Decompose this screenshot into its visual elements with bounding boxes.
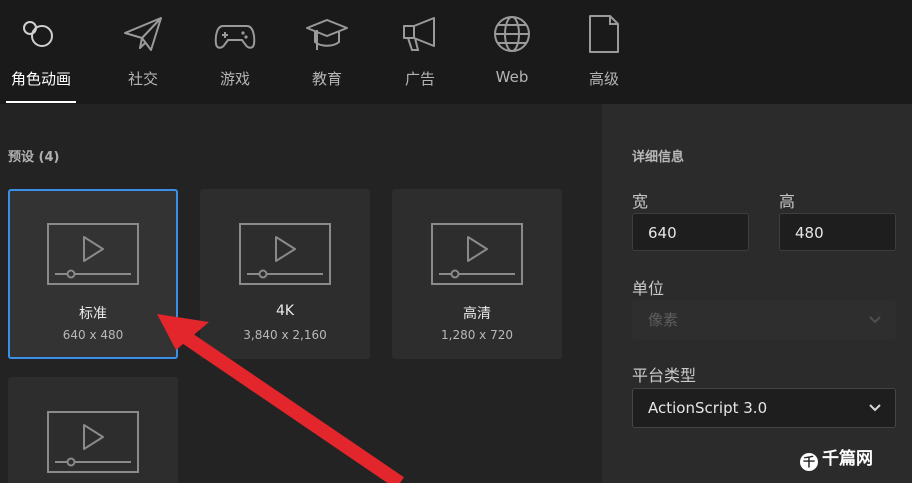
tab-label: 教育 bbox=[311, 70, 342, 88]
tab-games[interactable]: 游戏 bbox=[194, 0, 276, 104]
preset-card-hd[interactable]: 高清 1,280 x 720 bbox=[392, 189, 562, 359]
tab-label: Web bbox=[495, 68, 529, 86]
presets-panel: 预设 (4) 标准 640 x 480 4K 3,840 x 2,160 高清 … bbox=[0, 104, 602, 483]
details-title: 详细信息 bbox=[632, 150, 685, 165]
tab-label: 高级 bbox=[588, 70, 619, 88]
preset-name: 4K bbox=[275, 303, 295, 319]
preset-card-4k[interactable]: 4K 3,840 x 2,160 bbox=[200, 189, 370, 359]
character-animation-icon bbox=[23, 21, 53, 47]
document-icon bbox=[589, 15, 619, 53]
preset-size: 3,840 x 2,160 bbox=[243, 328, 327, 342]
platform-value: ActionScript 3.0 bbox=[648, 399, 768, 417]
globe-icon bbox=[494, 16, 530, 52]
platform-label: 平台类型 bbox=[632, 366, 697, 385]
height-label: 高 bbox=[779, 192, 796, 211]
preset-name: 高清 bbox=[463, 306, 491, 322]
preset-card-4[interactable] bbox=[8, 377, 178, 483]
unit-value: 像素 bbox=[648, 311, 679, 329]
presets-title: 预设 (4) bbox=[8, 150, 60, 165]
tab-label: 角色动画 bbox=[10, 70, 71, 88]
video-preset-icon bbox=[239, 223, 331, 285]
platform-select[interactable]: ActionScript 3.0 bbox=[632, 388, 896, 428]
unit-label: 单位 bbox=[632, 279, 665, 298]
unit-select[interactable]: 像素 bbox=[632, 300, 896, 340]
watermark: 千千篇网 bbox=[800, 444, 873, 471]
height-input[interactable]: 480 bbox=[779, 213, 896, 251]
category-tab-bar: 角色动画 社交 游戏 教育 广告 Web 高级 bbox=[0, 0, 912, 104]
preset-name: 标准 bbox=[79, 306, 107, 322]
tab-advanced[interactable]: 高级 bbox=[563, 0, 645, 104]
tab-web[interactable]: Web bbox=[471, 0, 553, 104]
paper-plane-icon bbox=[124, 17, 162, 51]
megaphone-icon bbox=[403, 17, 435, 51]
chevron-down-icon bbox=[869, 404, 881, 412]
video-preset-icon bbox=[431, 223, 523, 285]
chevron-down-icon bbox=[869, 316, 881, 324]
active-tab-underline bbox=[6, 101, 76, 103]
tab-education[interactable]: 教育 bbox=[286, 0, 368, 104]
preset-size: 1,280 x 720 bbox=[441, 328, 513, 342]
tab-social[interactable]: 社交 bbox=[102, 0, 184, 104]
tab-label: 广告 bbox=[404, 70, 435, 88]
width-label: 宽 bbox=[632, 192, 649, 211]
watermark-text: 千篇网 bbox=[822, 449, 873, 469]
details-panel: 详细信息 宽 640 高 480 单位 像素 平台类型 ActionScript… bbox=[602, 104, 912, 483]
preset-size: 640 x 480 bbox=[62, 328, 124, 342]
tab-label: 社交 bbox=[127, 70, 158, 88]
preset-card-standard[interactable]: 标准 640 x 480 bbox=[8, 189, 178, 359]
tab-character-animation[interactable]: 角色动画 bbox=[0, 0, 82, 104]
tab-advertising[interactable]: 广告 bbox=[379, 0, 461, 104]
video-preset-icon bbox=[47, 223, 139, 285]
gamepad-icon bbox=[214, 25, 256, 49]
tab-label: 游戏 bbox=[219, 70, 250, 88]
watermark-logo: 千 bbox=[800, 453, 818, 471]
width-input[interactable]: 640 bbox=[632, 213, 749, 251]
video-preset-icon bbox=[47, 411, 139, 473]
graduation-cap-icon bbox=[306, 19, 348, 50]
